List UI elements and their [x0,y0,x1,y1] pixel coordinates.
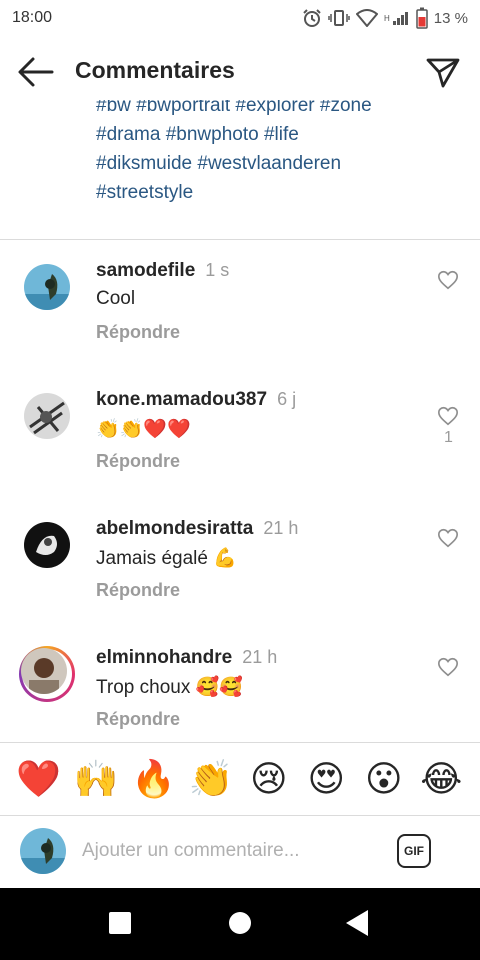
reaction-wow[interactable]: 😮 [361,758,407,800]
caption-line[interactable]: #streetstyle [96,178,456,207]
vibrate-icon [328,10,350,26]
comment-username[interactable]: kone.mamadou387 6 j [96,389,296,411]
share-button[interactable] [424,54,462,90]
arrow-left-icon [18,57,54,87]
paper-plane-icon [426,58,460,88]
divider [0,239,480,240]
reaction-crying[interactable]: 😢 [246,758,292,800]
heart-icon[interactable] [437,269,459,291]
recents-square-icon[interactable] [109,912,131,934]
back-button[interactable] [16,54,56,90]
battery-icon [416,7,428,29]
comment-text: Jamais égalé 💪 [96,548,237,569]
avatar[interactable] [24,393,70,439]
back-triangle-icon[interactable] [346,910,368,936]
avatar[interactable] [21,648,67,694]
gif-button[interactable]: GIF [397,834,431,868]
heart-icon[interactable] [437,405,459,427]
avatar[interactable] [24,522,70,568]
comment-username[interactable]: abelmondesiratta 21 h [96,518,298,540]
reaction-fire[interactable]: 🔥 [131,758,177,800]
comment-time: 21 h [242,647,278,667]
status-bar: 18:00 H 13 % [0,0,480,36]
heart-icon[interactable] [437,656,459,678]
comment-username[interactable]: samodefile 1 s [96,260,229,282]
home-circle-icon[interactable] [229,912,251,934]
comment-time: 21 h [263,518,299,538]
battery-level: 13 % [433,9,468,27]
reaction-laugh[interactable]: 😂 [418,758,464,800]
status-time: 18:00 [12,9,53,26]
reaction-heart-eyes[interactable]: 😍 [303,758,349,800]
comment-time: 6 j [277,389,297,409]
reply-button[interactable]: Répondre [96,709,180,730]
comment-time: 1 s [205,260,230,280]
reaction-clap[interactable]: 👏 [188,758,234,800]
my-avatar [20,828,66,874]
system-nav-bar [0,888,480,960]
page-title: Commentaires [75,57,235,83]
comment-item: abelmondesiratta 21 h Jamais égalé 💪 Répo… [0,518,480,642]
caption-line[interactable]: #diksmuide #westvlaanderen [96,149,456,178]
reaction-heart[interactable]: ❤️ [16,758,62,800]
avatar[interactable] [24,264,70,310]
comment-username[interactable]: elminnohandre 21 h [96,647,277,669]
like-count: 1 [444,429,453,446]
reply-button[interactable]: Répondre [96,451,180,472]
comment-text: Cool [96,288,136,309]
network-type: H [384,13,390,23]
wifi-icon [356,9,379,27]
comment-text: 👏👏❤️❤️ [96,419,191,440]
reaction-raised-hands[interactable]: 🙌 [73,758,119,800]
quick-reactions-bar: ❤️ 🙌 🔥 👏 😢 😍 😮 😂 [0,743,480,815]
story-ring[interactable] [19,646,75,702]
comment-input[interactable] [82,840,382,862]
caption-line[interactable]: #bw #bwportrait #explorer #zone [96,100,456,120]
comment-item: kone.mamadou387 6 j 👏👏❤️❤️ Répondre 1 [0,389,480,513]
comment-composer: GIF [0,816,480,888]
post-caption: #bw #bwportrait #explorer #zone #drama #… [96,100,456,207]
heart-icon[interactable] [437,527,459,549]
comment-text: Trop choux 🥰🥰 [96,677,243,698]
alarm-icon [303,9,321,27]
reply-button[interactable]: Répondre [96,580,180,601]
signal-icon [392,12,408,25]
reply-button[interactable]: Répondre [96,322,180,343]
app-header: Commentaires [0,46,480,98]
comment-item: samodefile 1 s Cool Répondre [0,260,480,384]
caption-line[interactable]: #drama #bnwphoto #life [96,120,456,149]
